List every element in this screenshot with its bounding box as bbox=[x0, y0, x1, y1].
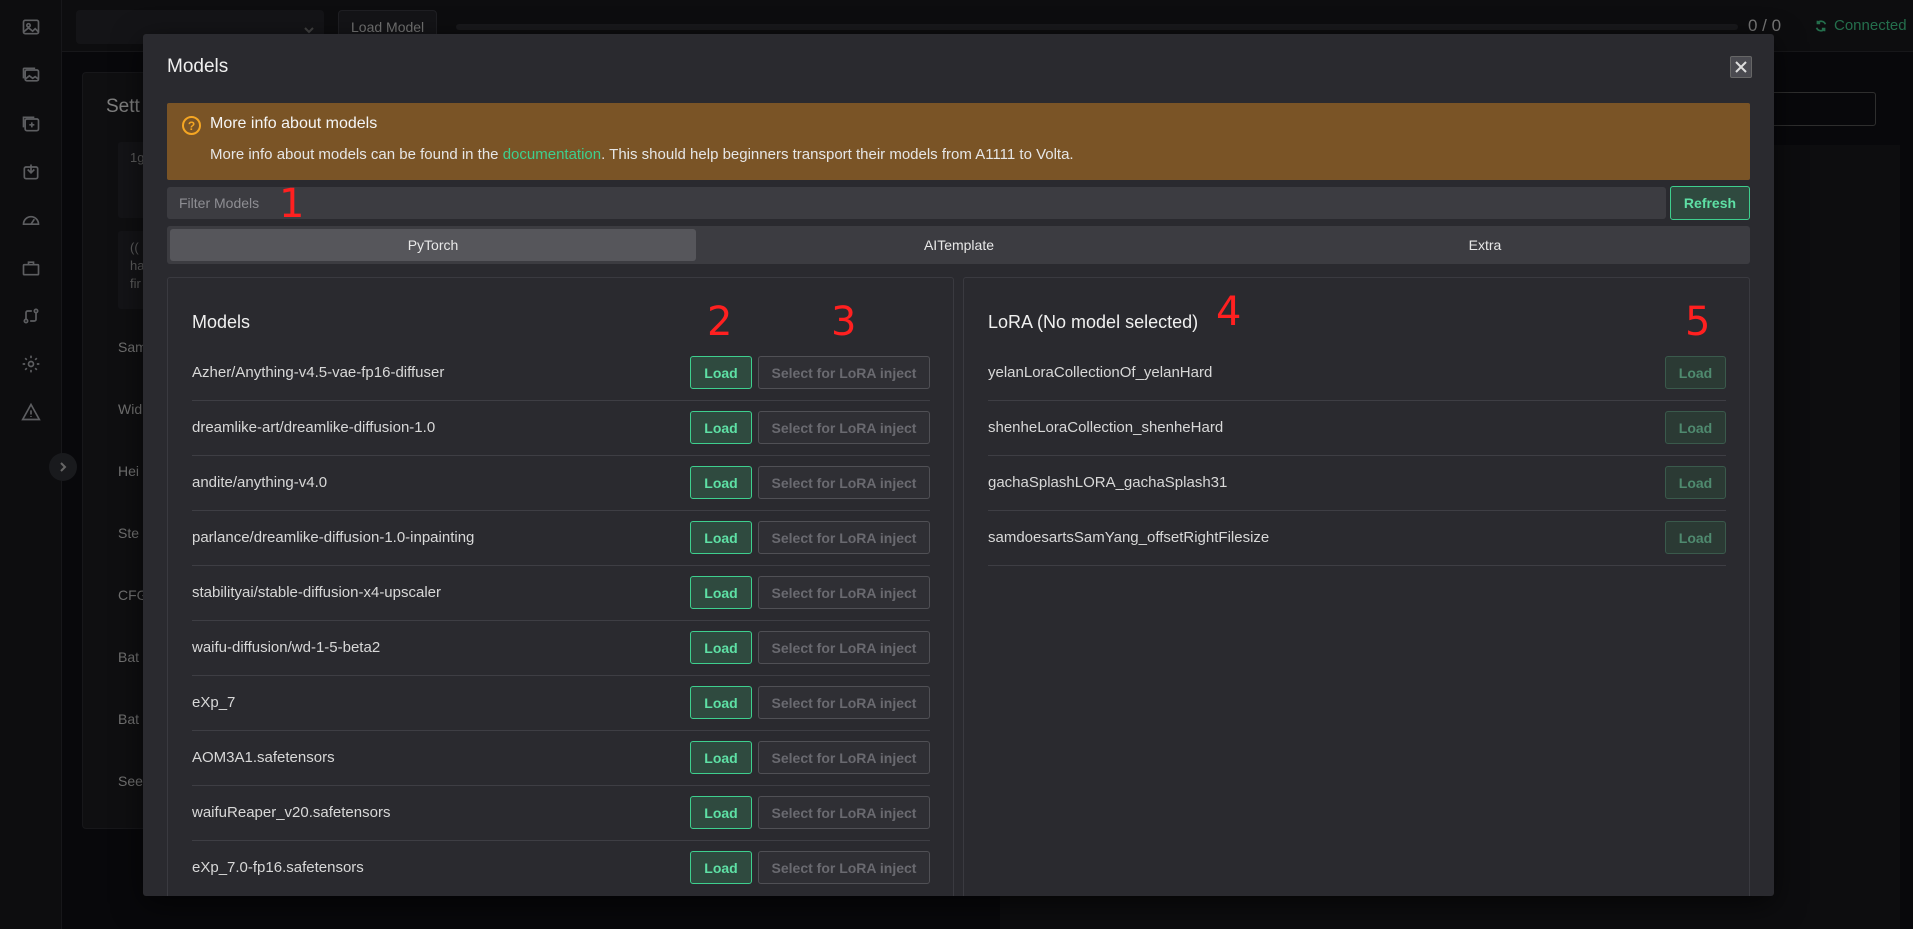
info-alert: ? More info about models More info about… bbox=[167, 103, 1750, 180]
lora-inject-button[interactable]: Select for LoRA inject bbox=[758, 796, 930, 829]
load-button[interactable]: Load bbox=[690, 796, 752, 829]
model-name: eXp_7.0-fp16.safetensors bbox=[192, 859, 364, 876]
lora-inject-button[interactable]: Select for LoRA inject bbox=[758, 576, 930, 609]
load-button[interactable]: Load bbox=[690, 576, 752, 609]
model-name: eXp_7 bbox=[192, 694, 236, 711]
model-name: dreamlike-art/dreamlike-diffusion-1.0 bbox=[192, 419, 436, 436]
lora-load-button[interactable]: Load bbox=[1665, 466, 1726, 499]
load-button[interactable]: Load bbox=[690, 466, 752, 499]
lora-title: LoRA (No model selected) bbox=[988, 312, 1199, 332]
lora-name: gachaSplashLORA_gachaSplash31 bbox=[988, 474, 1228, 491]
model-row: eXp_7 Load Select for LoRA inject bbox=[192, 676, 930, 731]
lora-load-button[interactable]: Load bbox=[1665, 521, 1726, 554]
model-name: waifu-diffusion/wd-1-5-beta2 bbox=[192, 639, 381, 656]
model-name: waifuReaper_v20.safetensors bbox=[192, 804, 391, 821]
model-name: AOM3A1.safetensors bbox=[192, 749, 335, 766]
alert-body: More info about models can be found in t… bbox=[210, 146, 1074, 163]
model-name: andite/anything-v4.0 bbox=[192, 474, 328, 491]
load-button[interactable]: Load bbox=[690, 851, 752, 884]
lora-load-button[interactable]: Load bbox=[1665, 356, 1726, 389]
tab-extra[interactable]: Extra bbox=[1222, 229, 1748, 261]
load-button[interactable]: Load bbox=[690, 741, 752, 774]
load-button[interactable]: Load bbox=[690, 521, 752, 554]
model-row: andite/anything-v4.0 Load Select for LoR… bbox=[192, 456, 930, 511]
lora-name: samdoesartsSamYang_offsetRightFilesize bbox=[988, 529, 1270, 546]
model-row: waifuReaper_v20.safetensors Load Select … bbox=[192, 786, 930, 841]
model-row: stabilityai/stable-diffusion-x4-upscaler… bbox=[192, 566, 930, 621]
model-name: stabilityai/stable-diffusion-x4-upscaler bbox=[192, 584, 442, 601]
tab-aitemplate[interactable]: AITemplate bbox=[696, 229, 1222, 261]
models-panel: Models Azher/Anything-v4.5-vae-fp16-diff… bbox=[167, 277, 954, 896]
lora-load-button[interactable]: Load bbox=[1665, 411, 1726, 444]
lora-inject-button[interactable]: Select for LoRA inject bbox=[758, 851, 930, 884]
lora-row: shenheLoraCollection_shenheHard Load bbox=[988, 401, 1726, 456]
modal-title: Models bbox=[167, 56, 229, 77]
documentation-link[interactable]: documentation bbox=[503, 146, 601, 163]
alert-title: More info about models bbox=[210, 115, 378, 132]
lora-inject-button[interactable]: Select for LoRA inject bbox=[758, 631, 930, 664]
load-button[interactable]: Load bbox=[690, 411, 752, 444]
lora-row: gachaSplashLORA_gachaSplash31 Load bbox=[988, 456, 1726, 511]
filter-models-input[interactable] bbox=[167, 187, 1666, 219]
lora-inject-button[interactable]: Select for LoRA inject bbox=[758, 466, 930, 499]
lora-row: samdoesartsSamYang_offsetRightFilesize L… bbox=[988, 511, 1726, 566]
annotation-number: 1 bbox=[279, 181, 305, 227]
models-modal: Models ? More info about models More inf… bbox=[143, 34, 1774, 896]
model-name: Azher/Anything-v4.5-vae-fp16-diffuser bbox=[192, 364, 445, 381]
model-row: parlance/dreamlike-diffusion-1.0-inpaint… bbox=[192, 511, 930, 566]
load-button[interactable]: Load bbox=[690, 356, 752, 389]
models-title: Models bbox=[192, 312, 251, 332]
question-icon: ? bbox=[182, 116, 201, 135]
alert-text: More info about models can be found in t… bbox=[210, 146, 503, 163]
alert-text: . This should help beginners transport t… bbox=[601, 146, 1074, 163]
close-icon bbox=[1735, 61, 1747, 73]
lora-inject-button[interactable]: Select for LoRA inject bbox=[758, 356, 930, 389]
lora-row: yelanLoraCollectionOf_yelanHard Load bbox=[988, 346, 1726, 401]
lora-inject-button[interactable]: Select for LoRA inject bbox=[758, 686, 930, 719]
lora-panel: LoRA (No model selected) yelanLoraCollec… bbox=[963, 277, 1750, 896]
load-button[interactable]: Load bbox=[690, 631, 752, 664]
annotation-number: 2 bbox=[707, 299, 733, 345]
model-row: waifu-diffusion/wd-1-5-beta2 Load Select… bbox=[192, 621, 930, 676]
lora-name: shenheLoraCollection_shenheHard bbox=[988, 419, 1224, 436]
tab-pytorch[interactable]: PyTorch bbox=[170, 229, 696, 261]
refresh-button[interactable]: Refresh bbox=[1670, 186, 1750, 220]
lora-name: yelanLoraCollectionOf_yelanHard bbox=[988, 364, 1213, 381]
lora-inject-button[interactable]: Select for LoRA inject bbox=[758, 741, 930, 774]
annotation-number: 3 bbox=[831, 299, 857, 345]
lora-inject-button[interactable]: Select for LoRA inject bbox=[758, 521, 930, 554]
model-name: parlance/dreamlike-diffusion-1.0-inpaint… bbox=[192, 529, 475, 546]
model-row: Azher/Anything-v4.5-vae-fp16-diffuser Lo… bbox=[192, 346, 930, 401]
load-button[interactable]: Load bbox=[690, 686, 752, 719]
annotation-number: 5 bbox=[1685, 299, 1711, 345]
model-row: dreamlike-art/dreamlike-diffusion-1.0 Lo… bbox=[192, 401, 930, 456]
model-row: eXp_7.0-fp16.safetensors Load Select for… bbox=[192, 841, 930, 896]
model-tabs: PyTorch AITemplate Extra bbox=[167, 226, 1750, 264]
close-button[interactable] bbox=[1730, 56, 1752, 78]
annotation-number: 4 bbox=[1216, 289, 1242, 335]
model-row: AOM3A1.safetensors Load Select for LoRA … bbox=[192, 731, 930, 786]
lora-inject-button[interactable]: Select for LoRA inject bbox=[758, 411, 930, 444]
